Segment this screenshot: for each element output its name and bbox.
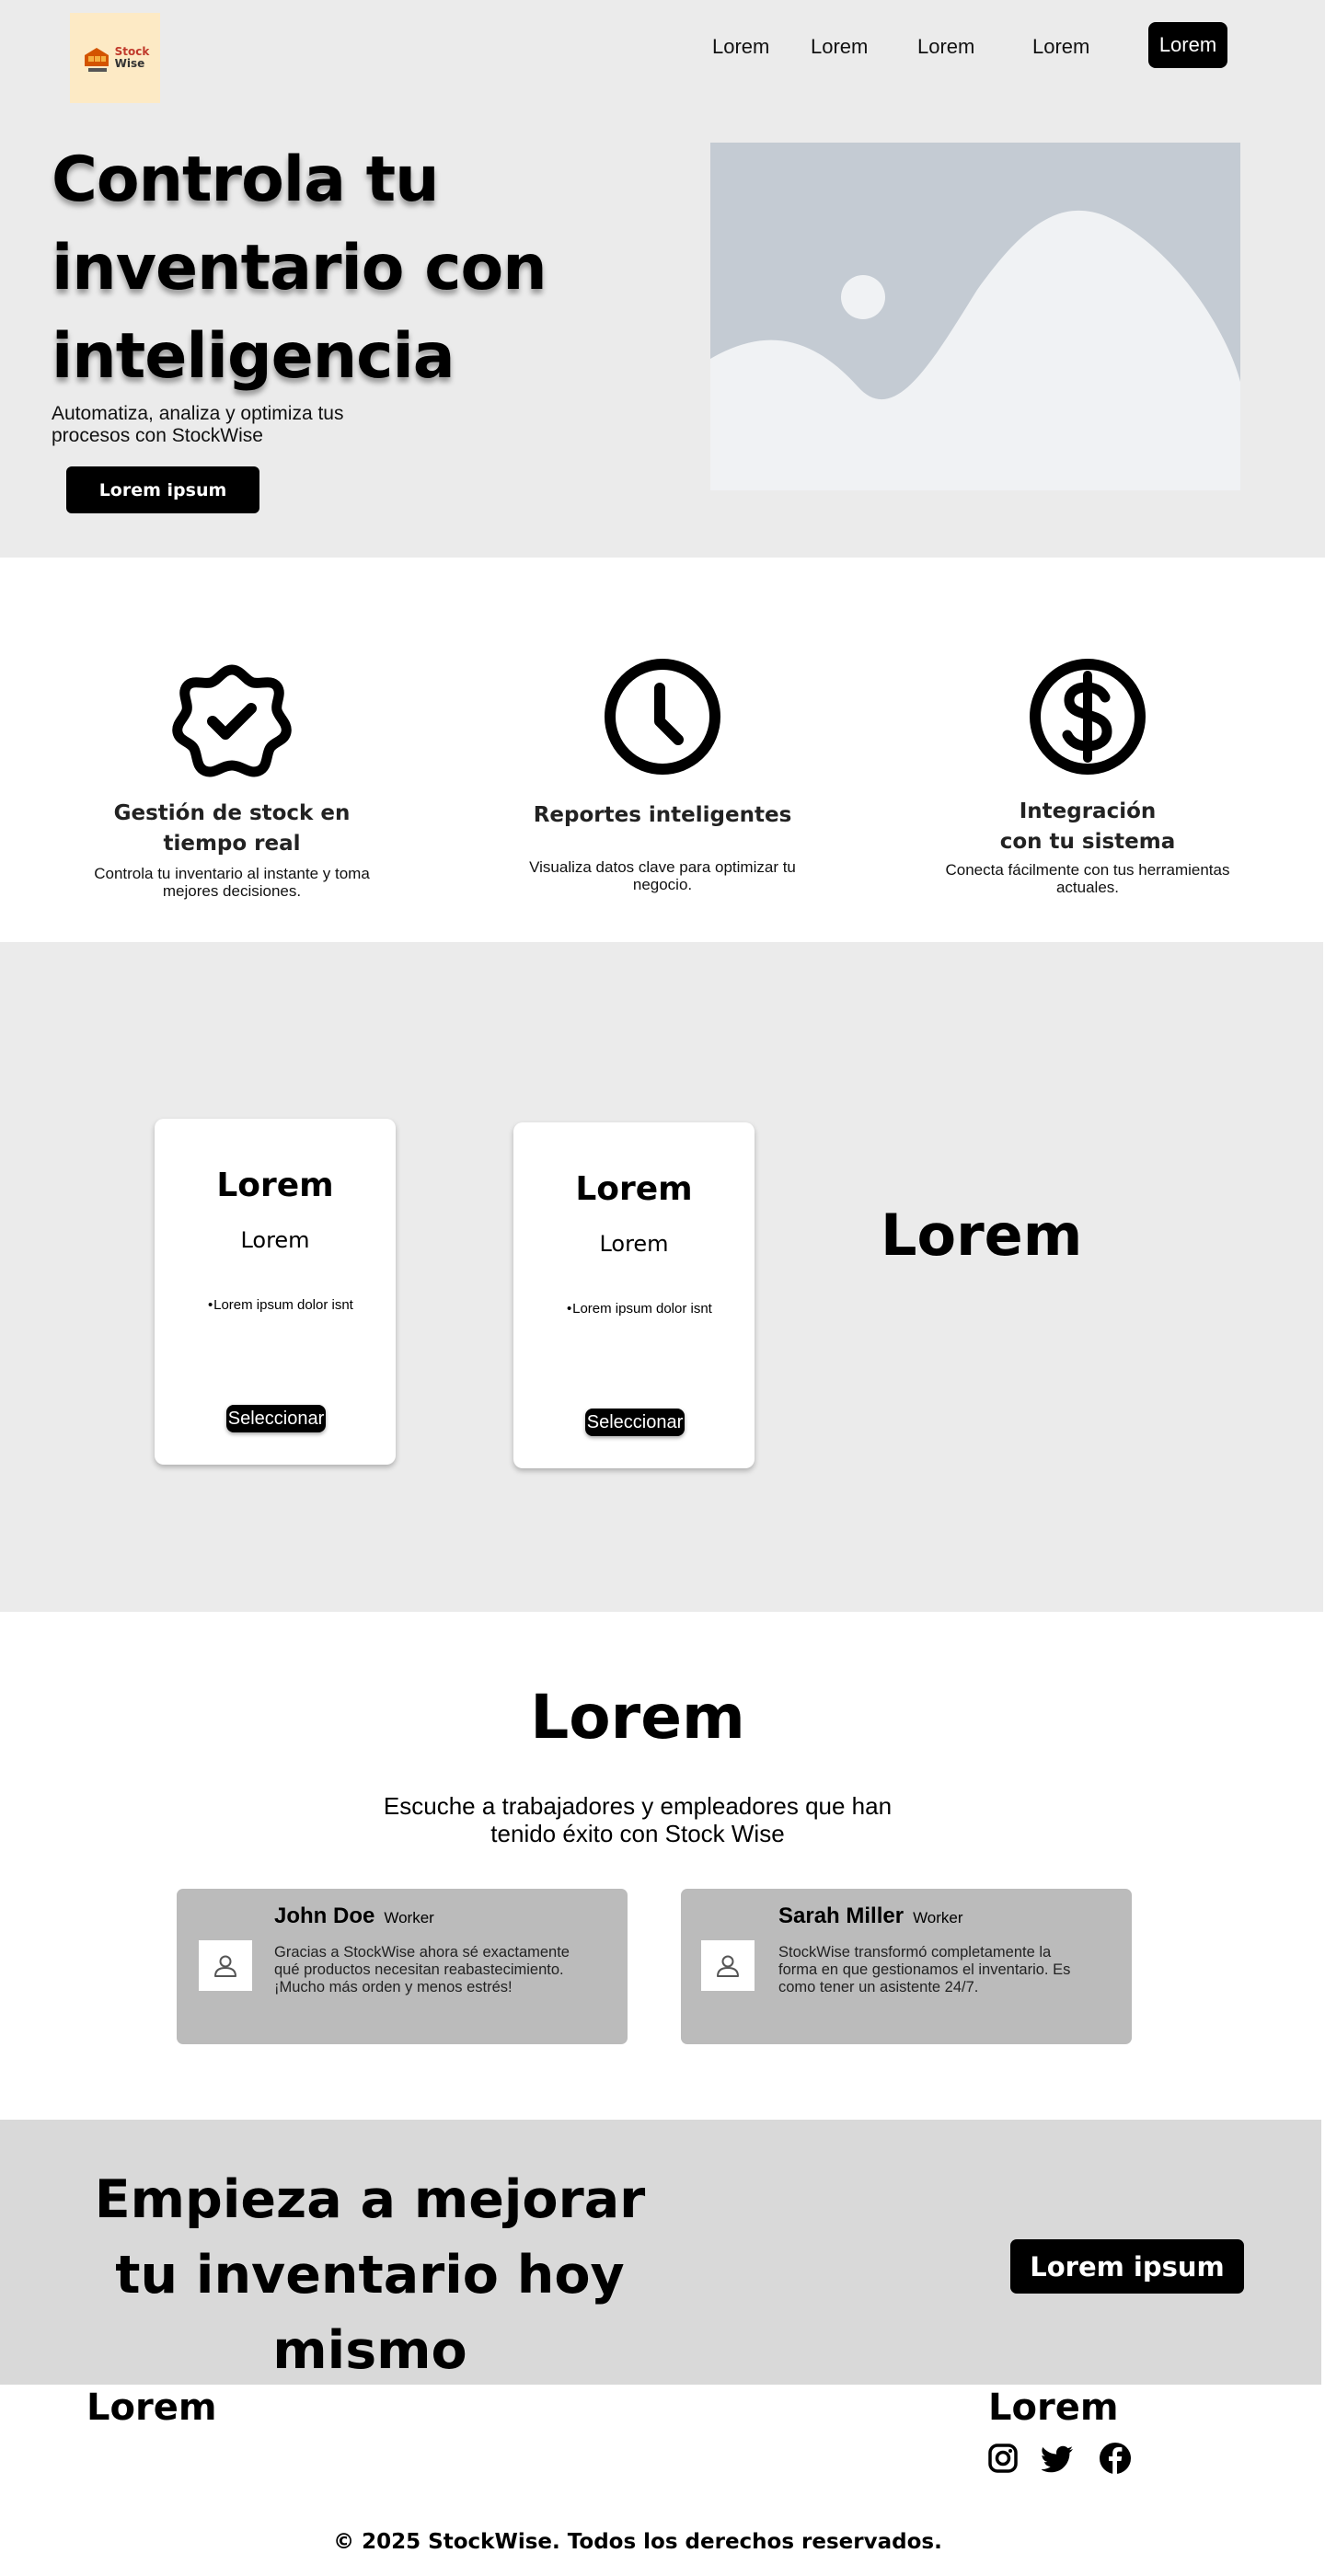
testimonial-name: Sarah Miller <box>778 1903 904 1928</box>
testimonials-title: Lorem <box>530 1682 745 1753</box>
testimonial-text: StockWise transformó completamente la fo… <box>778 1944 1071 1995</box>
feature-item-stock: Gestión de stock en tiempo real Controla… <box>85 661 379 900</box>
testimonial-name: John Doe <box>274 1903 375 1928</box>
plan-title: Lorem <box>216 1167 334 1204</box>
logo-text-line2: Wise <box>114 57 145 70</box>
hero-section: Stock Wise Lorem Lorem Lorem Lorem Lorem… <box>0 0 1325 558</box>
cta-button[interactable]: Lorem ipsum <box>1010 2239 1244 2294</box>
plan-subtitle: Lorem <box>599 1231 669 1257</box>
pricing-side-heading: Lorem <box>881 1202 1083 1269</box>
feature-description: Conecta fácilmente con tus herramientas … <box>945 861 1230 896</box>
nav-link-1[interactable]: Lorem <box>712 35 769 59</box>
feature-title: Gestión de stock en tiempo real <box>113 801 351 856</box>
cta-title: Empieza a mejorar tu inventario hoy mism… <box>94 2169 646 2381</box>
testimonial-role: Worker <box>384 1909 434 1926</box>
image-placeholder-icon <box>710 143 1240 490</box>
avatar <box>199 1940 252 1991</box>
instagram-icon[interactable] <box>986 2442 1020 2475</box>
copyright: © 2025 StockWise. Todos los derechos res… <box>333 2530 942 2554</box>
pricing-card: Lorem Lorem Lorem ipsum dolor isnt Selec… <box>155 1119 396 1465</box>
feature-description: Controla tu inventario al instante y tom… <box>94 865 370 900</box>
hero-cta-button[interactable]: Lorem ipsum <box>66 466 259 513</box>
nav-link-3[interactable]: Lorem <box>917 35 974 59</box>
cta-section: Empieza a mejorar tu inventario hoy mism… <box>0 2120 1321 2385</box>
clock-icon <box>605 659 720 775</box>
logo[interactable]: Stock Wise <box>70 13 160 103</box>
facebook-icon[interactable] <box>1099 2442 1132 2475</box>
footer: Lorem Lorem © 2025 StockWise. Todos los … <box>0 2385 1325 2576</box>
testimonial-card: Sarah Miller Worker StockWise transformó … <box>681 1889 1132 2044</box>
plan-feature-item: Lorem ipsum dolor isnt <box>208 1297 357 1313</box>
twitter-icon[interactable] <box>1042 2442 1075 2475</box>
hero-image-placeholder <box>710 143 1240 490</box>
feature-description: Visualiza datos clave para optimizar tu … <box>529 858 796 893</box>
plan-subtitle: Lorem <box>240 1227 310 1253</box>
avatar <box>701 1940 755 1991</box>
feature-item-reports: Reportes inteligentes Visualiza datos cl… <box>515 657 810 893</box>
hero-subtitle: Automatiza, analiza y optimiza tus proce… <box>52 403 344 446</box>
plan-feature-item: Lorem ipsum dolor isnt <box>567 1301 716 1317</box>
testimonial-card: John Doe Worker Gracias a StockWise ahora… <box>177 1889 628 2044</box>
user-icon <box>214 1955 236 1977</box>
hero-title: Controla tu inventario con inteligencia <box>52 144 547 393</box>
badge-check-icon <box>172 664 292 777</box>
testimonial-text: Gracias a StockWise ahora sé exactamente… <box>274 1944 570 1995</box>
testimonials-subtitle: Escuche a trabajadores y empleadores que… <box>383 1792 893 1847</box>
nav-link-2[interactable]: Lorem <box>811 35 868 59</box>
nav-link-4[interactable]: Lorem <box>1032 35 1089 59</box>
user-icon <box>717 1955 739 1977</box>
testimonials-section: Lorem Escuche a trabajadores y empleador… <box>0 1612 1325 2120</box>
feature-title: Reportes inteligentes <box>533 803 792 827</box>
features-section: Gestión de stock en tiempo real Controla… <box>0 558 1325 942</box>
footer-left-heading: Lorem <box>86 2386 217 2429</box>
nav-button[interactable]: Lorem <box>1148 22 1227 68</box>
select-plan-button[interactable]: Seleccionar <box>226 1405 326 1432</box>
warehouse-icon <box>82 44 110 72</box>
feature-item-integration: Integración con tu sistema Conecta fácil… <box>940 657 1235 896</box>
feature-title: Integración con tu sistema <box>999 799 1176 854</box>
dollar-circle-icon <box>1030 659 1146 775</box>
plan-title: Lorem <box>575 1170 693 1208</box>
pricing-card: Lorem Lorem Lorem ipsum dolor isnt Selec… <box>513 1122 755 1468</box>
footer-right-heading: Lorem <box>988 2386 1119 2429</box>
select-plan-button[interactable]: Seleccionar <box>585 1409 685 1436</box>
testimonial-role: Worker <box>913 1909 963 1926</box>
pricing-section: Lorem Lorem Lorem ipsum dolor isnt Selec… <box>0 942 1323 1612</box>
